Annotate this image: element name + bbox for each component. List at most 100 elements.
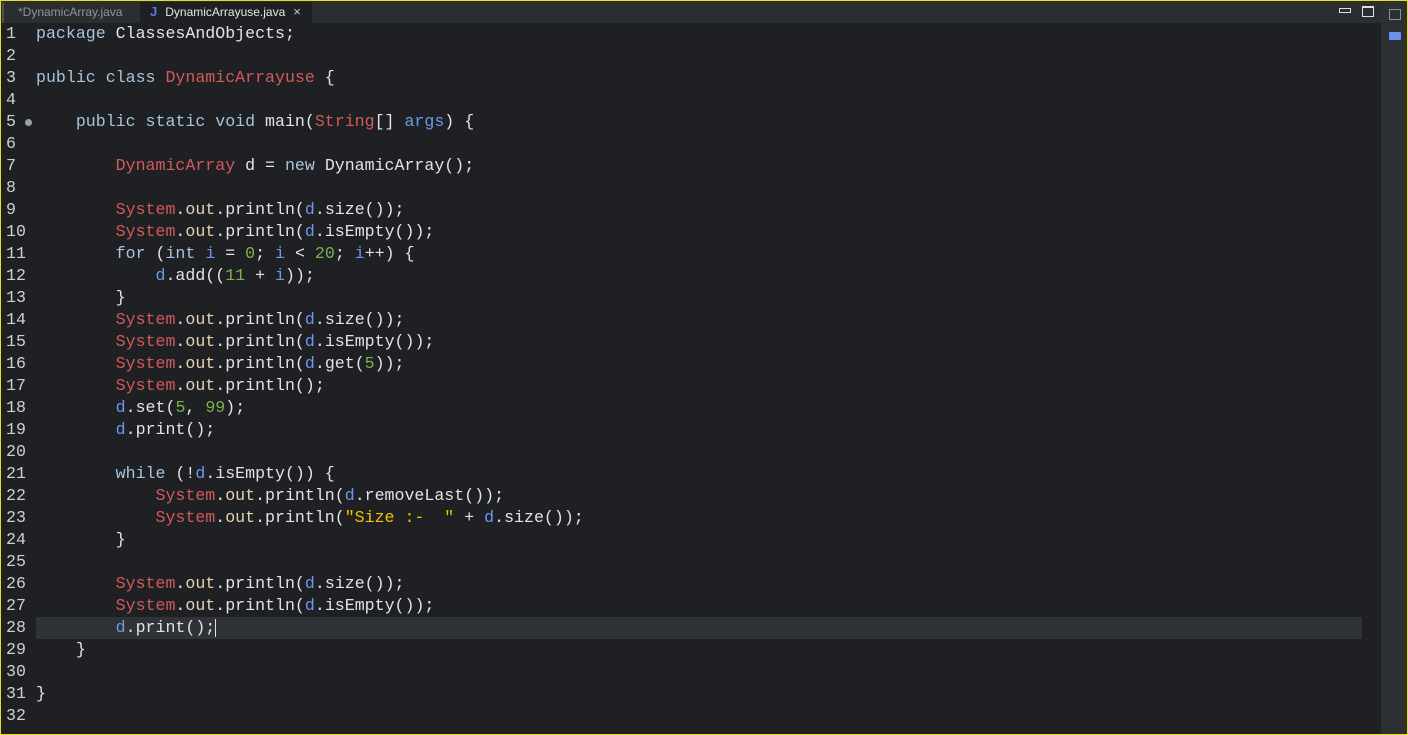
line-number: 22 xyxy=(6,486,26,505)
line-number: 1 xyxy=(6,24,16,43)
code-line[interactable]: 1 package ClassesAndObjects; xyxy=(0,23,295,45)
code-token: (! xyxy=(175,464,196,483)
code-token: d xyxy=(195,464,206,483)
code-token: .add(( xyxy=(165,266,226,285)
code-token: for xyxy=(36,244,156,263)
code-token: ) { xyxy=(444,112,475,131)
tab-label: DynamicArrayuse.java xyxy=(165,5,286,19)
code-line[interactable]: 30 xyxy=(0,661,36,683)
code-token: .isEmpty()); xyxy=(314,332,435,351)
code-token: .println( xyxy=(215,200,305,219)
code-line[interactable]: 28 d.print(); xyxy=(0,617,217,639)
code-token: System xyxy=(155,508,216,527)
code-token: . xyxy=(175,596,186,615)
code-token: d = xyxy=(235,156,285,175)
code-line[interactable]: 24 } xyxy=(0,529,126,551)
code-line[interactable]: 27 System.out.println(d.isEmpty()); xyxy=(0,595,434,617)
tab-dynamicarray[interactable]: *DynamicArray.java xyxy=(2,2,140,23)
line-number: 21 xyxy=(6,464,26,483)
restore-icon[interactable] xyxy=(1389,9,1401,20)
code-token: 5 xyxy=(175,398,186,417)
code-line[interactable]: 11 for (int i = 0; i < 20; i++) { xyxy=(0,243,415,265)
line-number: 25 xyxy=(6,552,26,571)
code-line[interactable]: 6 xyxy=(0,133,36,155)
code-token: out xyxy=(185,222,216,241)
code-line[interactable]: 7 DynamicArray d = new DynamicArray(); xyxy=(0,155,474,177)
code-line[interactable]: 25 xyxy=(0,551,36,573)
code-token: .println( xyxy=(215,332,305,351)
close-tab-icon[interactable]: × xyxy=(293,4,301,19)
code-token: } xyxy=(36,684,46,703)
code-token: DynamicArray(); xyxy=(324,156,475,175)
code-token: .isEmpty()); xyxy=(314,596,435,615)
console-view-icon[interactable] xyxy=(1389,32,1401,40)
code-line[interactable]: 14 System.out.println(d.size()); xyxy=(0,309,404,331)
code-line[interactable]: 4 xyxy=(0,89,36,111)
code-line[interactable]: 26 System.out.println(d.size()); xyxy=(0,573,404,595)
line-number: 13 xyxy=(6,288,26,307)
code-token: out xyxy=(185,376,216,395)
code-line[interactable]: 20 xyxy=(0,441,36,463)
code-token: out xyxy=(185,354,216,373)
text-caret xyxy=(215,618,217,637)
code-line[interactable]: 3 public class DynamicArrayuse { xyxy=(0,67,335,89)
line-number: 15 xyxy=(6,332,26,351)
line-number: 23 xyxy=(6,508,26,527)
code-token: . xyxy=(175,376,186,395)
code-line[interactable]: 10 System.out.println(d.isEmpty()); xyxy=(0,221,434,243)
line-number: 29 xyxy=(6,640,26,659)
code-line[interactable]: 19 d.print(); xyxy=(0,419,215,441)
code-token: .println( xyxy=(215,596,305,615)
code-token: ( xyxy=(155,244,166,263)
line-number: 16 xyxy=(6,354,26,373)
code-line[interactable]: 23 System.out.println("Size :- " + d.siz… xyxy=(0,507,584,529)
code-token: System xyxy=(115,222,176,241)
code-line[interactable]: 16 System.out.println(d.get(5)); xyxy=(0,353,405,375)
code-token: public class xyxy=(36,68,166,87)
code-token: d xyxy=(115,398,126,417)
code-line[interactable]: 32 xyxy=(0,705,36,727)
code-token: < xyxy=(285,244,315,263)
code-line[interactable]: 31} xyxy=(0,683,46,705)
fold-toggle-icon[interactable] xyxy=(25,119,32,126)
code-line[interactable]: 18 d.set(5, 99); xyxy=(0,397,245,419)
code-line[interactable]: 17 System.out.println(); xyxy=(0,375,325,397)
line-number: 26 xyxy=(6,574,26,593)
code-line[interactable]: 5 public static void main(String[] args)… xyxy=(0,111,474,133)
code-token: String xyxy=(314,112,375,131)
line-number: 19 xyxy=(6,420,26,439)
line-number: 32 xyxy=(6,706,26,725)
minimize-icon[interactable] xyxy=(1339,8,1351,13)
code-line[interactable]: 8 xyxy=(0,177,36,199)
tab-dynamicarrayuse[interactable]: J DynamicArrayuse.java × xyxy=(140,2,312,23)
line-number: 31 xyxy=(6,684,26,703)
code-line[interactable]: 29 } xyxy=(0,639,86,661)
code-editor[interactable]: 1 package ClassesAndObjects; 2 3 public clas… xyxy=(0,23,1381,735)
code-token: System xyxy=(115,596,176,615)
code-token: System xyxy=(115,574,176,593)
code-token: ++) { xyxy=(364,244,415,263)
code-line[interactable]: 2 xyxy=(0,45,36,67)
code-token: .removeLast()); xyxy=(354,486,505,505)
line-number: 2 xyxy=(6,46,16,65)
code-token: 11 xyxy=(225,266,246,285)
code-token: i xyxy=(205,244,216,263)
code-token: DynamicArray xyxy=(115,156,236,175)
code-token: .println( xyxy=(215,222,305,241)
code-token: ); xyxy=(225,398,246,417)
code-line[interactable]: 9 System.out.println(d.size()); xyxy=(0,199,404,221)
code-line[interactable]: 15 System.out.println(d.isEmpty()); xyxy=(0,331,434,353)
code-line[interactable]: 12 d.add((11 + i)); xyxy=(0,265,315,287)
code-token: DynamicArrayuse xyxy=(165,68,315,87)
code-line[interactable]: 21 while (!d.isEmpty()) { xyxy=(0,463,335,485)
code-token: .println( xyxy=(255,508,345,527)
code-line[interactable]: 13 } xyxy=(0,287,126,309)
code-line[interactable]: 22 System.out.println(d.removeLast()); xyxy=(0,485,504,507)
maximize-icon[interactable] xyxy=(1362,6,1374,17)
code-token: while xyxy=(36,464,176,483)
